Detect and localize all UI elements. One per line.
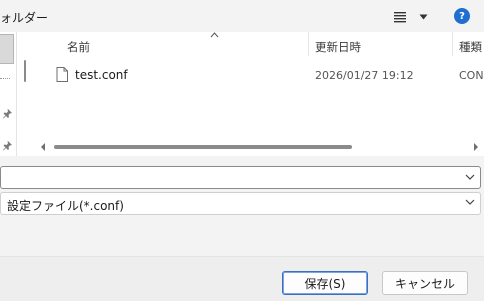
list-view-icon: [394, 12, 406, 23]
column-divider[interactable]: [452, 32, 453, 56]
filename-input[interactable]: [0, 166, 481, 189]
save-button[interactable]: 保存(S): [282, 271, 368, 295]
navigation-pane: [0, 32, 17, 156]
column-header-type[interactable]: 種類: [459, 39, 482, 55]
pin-icon[interactable]: [2, 140, 13, 151]
sort-ascending-caret-icon: [210, 32, 219, 38]
nav-item-selected[interactable]: [0, 34, 14, 64]
horizontal-scrollbar[interactable]: [36, 140, 484, 154]
change-view-button[interactable]: [389, 7, 431, 27]
file-icon: [56, 67, 68, 82]
chevron-down-icon[interactable]: [465, 199, 475, 205]
chevron-down-icon[interactable]: [465, 174, 475, 180]
file-name: test.conf: [75, 68, 128, 82]
caret-down-icon[interactable]: [419, 14, 428, 20]
nav-separator: [0, 78, 10, 79]
scroll-left-icon[interactable]: [39, 142, 47, 152]
column-header-name[interactable]: 名前: [67, 39, 90, 55]
file-type: CON: [459, 69, 484, 82]
help-icon: ?: [459, 10, 465, 22]
file-list-header: 名前 更新日時 種類: [30, 32, 484, 56]
filetype-select[interactable]: 設定ファイル(*.conf): [0, 192, 481, 215]
vertical-scrollbar-thumb[interactable]: [24, 60, 26, 82]
help-button[interactable]: ?: [454, 8, 470, 24]
column-header-modified[interactable]: 更新日時: [315, 39, 361, 55]
scroll-right-icon[interactable]: [472, 142, 480, 152]
vertical-scrollbar[interactable]: [19, 32, 29, 138]
cancel-button[interactable]: キャンセル: [382, 271, 468, 295]
new-folder-button-label[interactable]: ォルダー: [0, 9, 48, 26]
pin-icon[interactable]: [2, 108, 13, 119]
column-divider[interactable]: [308, 32, 309, 56]
dialog-toolbar: ォルダー ?: [0, 0, 484, 32]
file-row[interactable]: test.conf 2026/01/27 19:12 CON: [30, 63, 484, 85]
file-modified: 2026/01/27 19:12: [315, 69, 414, 82]
horizontal-scrollbar-thumb[interactable]: [54, 145, 352, 149]
